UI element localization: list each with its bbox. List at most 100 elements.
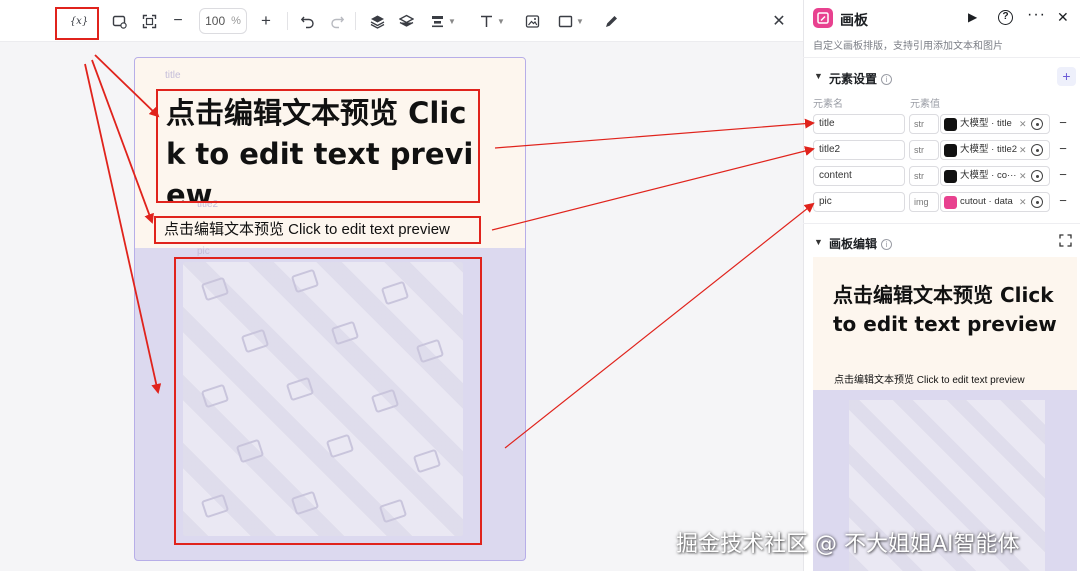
align-icon xyxy=(432,15,444,27)
zoom-unit: % xyxy=(231,15,241,27)
text-tool-dropdown[interactable]: ▼ xyxy=(476,11,508,31)
clear-value-icon[interactable]: ✕ xyxy=(1019,167,1027,185)
text-tool-icon xyxy=(481,15,493,27)
zoom-in-button[interactable]: + xyxy=(256,11,276,31)
element-name-input[interactable]: pic xyxy=(813,192,905,212)
clear-value-icon[interactable]: ✕ xyxy=(1019,193,1027,211)
undo-button[interactable] xyxy=(298,11,316,31)
close-canvas-button[interactable]: ✕ xyxy=(770,11,788,31)
preview-title: 点击编辑文本预览 Click to edit text preview xyxy=(833,283,1057,336)
element-row: pic img cutout · data ✕ − xyxy=(813,192,1075,212)
info-icon: i xyxy=(881,239,893,250)
element-value-ref[interactable]: 大模型 · co··· ✕ xyxy=(940,166,1050,186)
add-element-button[interactable]: + xyxy=(1057,67,1076,86)
help-button[interactable]: ? xyxy=(998,10,1013,25)
redo-icon xyxy=(330,16,344,28)
element-value-ref[interactable]: cutout · data ✕ xyxy=(940,192,1050,212)
variable-select-icon[interactable] xyxy=(1031,118,1043,130)
arrow-title-to-row xyxy=(494,118,815,149)
settings-section-title: 元素设置 i xyxy=(829,70,893,87)
remove-row-button[interactable]: − xyxy=(1055,114,1071,134)
more-icon: ··· xyxy=(1027,6,1046,23)
more-button[interactable]: ··· xyxy=(1027,6,1046,24)
undo-icon xyxy=(300,16,314,28)
layers-icon xyxy=(398,14,414,27)
variable-select-icon[interactable] xyxy=(1031,144,1043,156)
remove-row-button[interactable]: − xyxy=(1055,166,1071,186)
chevron-down-icon: ▼ xyxy=(576,16,584,26)
element-row: content str 大模型 · co··· ✕ − xyxy=(813,166,1075,186)
image-tool-icon xyxy=(525,14,539,28)
align-dropdown[interactable]: ▼ xyxy=(426,11,460,31)
zoom-out-icon: − xyxy=(173,12,183,29)
element-name-input[interactable]: title2 xyxy=(813,140,905,160)
preview-title2: 点击编辑文本预览 Click to edit text preview xyxy=(834,375,1025,386)
pic-layer-label: pic xyxy=(197,246,210,257)
redo-button[interactable] xyxy=(328,11,346,31)
arrow-pic-to-row xyxy=(504,202,815,449)
edit-section-title: 画板编辑 i xyxy=(829,235,893,252)
element-value-ref[interactable]: 大模型 · title2 ✕ xyxy=(940,140,1050,160)
title2-text-element[interactable]: 点击编辑文本预览 Click to edit text preview xyxy=(154,216,481,244)
type-label: img xyxy=(914,197,929,207)
type-select[interactable]: str xyxy=(909,114,939,134)
element-name-input[interactable]: title xyxy=(813,114,905,134)
toolbar-divider xyxy=(355,12,356,30)
close-icon: ✕ xyxy=(1057,9,1069,25)
play-icon: ▶ xyxy=(968,10,978,24)
variable-select-icon[interactable] xyxy=(1031,196,1043,208)
image-tool-button[interactable] xyxy=(522,11,542,31)
add-frame-button[interactable] xyxy=(109,11,129,31)
chevron-down-icon: ▼ xyxy=(814,71,823,81)
fit-screen-icon xyxy=(142,14,156,28)
pen-tool-button[interactable] xyxy=(602,11,620,31)
type-label: str xyxy=(914,145,924,155)
arrow-title2-to-row xyxy=(491,146,815,231)
remove-row-button[interactable]: − xyxy=(1055,192,1071,212)
remove-row-button[interactable]: − xyxy=(1055,140,1071,160)
toolbar-divider xyxy=(287,12,288,30)
panel-title: 画板 xyxy=(840,12,868,28)
shape-tool-icon xyxy=(558,15,573,27)
layers-button[interactable] xyxy=(396,11,416,31)
board-preview[interactable]: 点击编辑文本预览 Click to edit text preview 点击编辑… xyxy=(813,257,1077,571)
minus-icon: − xyxy=(1059,167,1067,182)
panel-divider xyxy=(803,223,1080,224)
collapse-edit-toggle[interactable]: ▼ xyxy=(814,237,823,247)
element-name-input[interactable]: content xyxy=(813,166,905,186)
settings-section-label: 元素设置 xyxy=(829,72,878,86)
value-label: 大模型 · title2 xyxy=(960,144,1018,155)
element-value-ref[interactable]: 大模型 · title ✕ xyxy=(940,114,1050,134)
title-text-element[interactable]: 点击编辑文本预览 Click to edit text preview xyxy=(156,89,480,203)
column-header-name: 元素名 xyxy=(813,99,843,110)
plus-icon: + xyxy=(1062,68,1071,84)
collapse-settings-toggle[interactable]: ▼ xyxy=(814,71,823,81)
element-row: title str 大模型 · title ✕ − xyxy=(813,114,1075,134)
zoom-out-button[interactable]: − xyxy=(169,11,187,31)
info-icon: i xyxy=(881,74,893,85)
expand-editor-button[interactable] xyxy=(1059,234,1072,252)
clear-value-icon[interactable]: ✕ xyxy=(1019,141,1027,159)
clear-value-icon[interactable]: ✕ xyxy=(1019,115,1027,133)
minus-icon: − xyxy=(1059,193,1067,208)
close-icon: ✕ xyxy=(772,13,786,30)
variable-select-icon[interactable] xyxy=(1031,170,1043,182)
type-select[interactable]: str xyxy=(909,140,939,160)
panel-close-button[interactable]: ✕ xyxy=(1057,9,1069,26)
fit-screen-button[interactable] xyxy=(139,11,159,31)
value-label: 大模型 · co··· xyxy=(960,170,1017,181)
minus-icon: − xyxy=(1059,115,1067,130)
chevron-down-icon: ▼ xyxy=(814,237,823,247)
add-frame-icon xyxy=(112,15,127,29)
value-label: 大模型 · title xyxy=(960,118,1012,129)
value-label: cutout · data xyxy=(960,196,1013,207)
minus-icon: − xyxy=(1059,141,1067,156)
column-header-value: 元素值 xyxy=(910,99,940,110)
shape-tool-dropdown[interactable]: ▼ xyxy=(554,11,588,31)
run-button[interactable]: ▶ xyxy=(968,10,977,24)
type-select[interactable]: str xyxy=(909,166,939,186)
pic-image-element[interactable] xyxy=(174,257,482,545)
zoom-input[interactable]: 100 % xyxy=(199,8,247,34)
type-select[interactable]: img xyxy=(909,192,939,212)
layer-up-button[interactable] xyxy=(367,11,387,31)
